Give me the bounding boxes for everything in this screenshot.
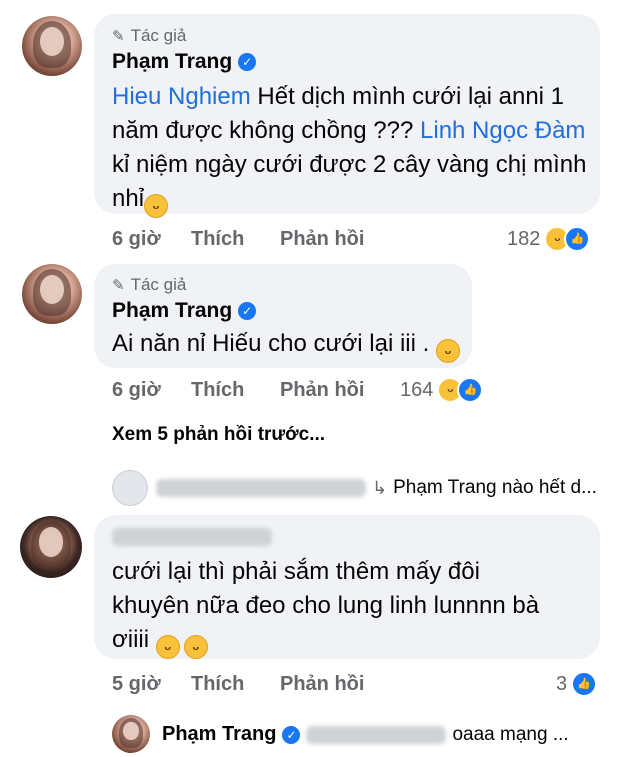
face-shape	[123, 721, 139, 741]
blurred-name	[112, 528, 272, 546]
like-reaction-icon: 👍	[457, 377, 484, 403]
comment-actions: 6 giờ Thích Phản hồi	[112, 379, 392, 403]
reaction-summary[interactable]: 3 👍	[556, 671, 598, 697]
verified-check-icon: ✓	[238, 302, 257, 320]
reaction-summary[interactable]: 182 ᴗ 👍	[507, 226, 591, 252]
avatar[interactable]	[22, 264, 82, 324]
like-button[interactable]: Thích	[191, 228, 244, 251]
like-reaction-icon: 👍	[571, 671, 598, 697]
comment-author[interactable]: Phạm Trang ✓	[112, 50, 257, 74]
avatar[interactable]	[112, 715, 150, 753]
haha-emoji-icon: ᴗ	[435, 339, 460, 363]
avatar[interactable]	[20, 516, 82, 578]
tongue-emoji-icon: ᴗ	[155, 635, 180, 659]
mention-link[interactable]: Hieu Nghiem	[112, 83, 251, 110]
like-button[interactable]: Thích	[191, 379, 244, 402]
comment-text: Hieu Nghiem Hết dịch mình cưới lại anni …	[112, 80, 592, 218]
reaction-summary[interactable]: 164 ᴗ 👍	[400, 377, 484, 403]
haha-emoji-icon: ᴗ	[144, 194, 169, 218]
comment-time[interactable]: 5 giờ	[112, 673, 161, 696]
face-shape	[40, 274, 64, 304]
reaction-count: 182	[507, 227, 541, 250]
comment-actions: 5 giờ Thích Phản hồi	[112, 673, 412, 697]
comment-text: Ai năn nỉ Hiếu cho cưới lại iii . ᴗ	[112, 327, 472, 363]
reply-arrow-icon: ↳	[372, 477, 388, 498]
reaction-count: 164	[400, 378, 434, 401]
pen-icon: ✎	[112, 277, 125, 294]
comment-actions: 6 giờ Thích Phản hồi	[112, 228, 412, 252]
reply-button[interactable]: Phản hồi	[280, 379, 364, 402]
author-name[interactable]: Phạm Trang	[162, 723, 276, 746]
reply-button[interactable]: Phản hồi	[280, 228, 364, 251]
mention-link[interactable]: Linh Ngọc Đàm	[420, 117, 585, 144]
comment-text: cưới lại thì phải sắm thêm mấy đôi khuyê…	[112, 555, 562, 659]
author-name[interactable]: Phạm Trang	[112, 50, 232, 74]
face-shape	[40, 26, 64, 56]
tongue-emoji-icon: ᴗ	[183, 635, 208, 659]
like-reaction-icon: 👍	[564, 226, 591, 252]
comment-time[interactable]: 6 giờ	[112, 228, 161, 251]
comment-text-part: Ai năn nỉ Hiếu cho cưới lại iii .	[112, 330, 430, 357]
comment-author[interactable]	[112, 528, 272, 546]
face-shape	[38, 527, 64, 557]
author-tag-label: Tác giả	[130, 26, 187, 45]
reply-preview-text: Phạm Trang nào hết d...	[393, 477, 597, 498]
author-name[interactable]: Phạm Trang	[112, 299, 232, 323]
verified-check-icon: ✓	[238, 53, 257, 71]
reaction-count: 3	[556, 672, 568, 695]
view-previous-replies-link[interactable]: Xem 5 phản hồi trước...	[112, 424, 325, 446]
author-tag-label: Tác giả	[130, 275, 187, 294]
reply-author[interactable]: Phạm Trang ✓ oaaa mạng ...	[162, 723, 569, 746]
comment-time[interactable]: 6 giờ	[112, 379, 161, 402]
pen-icon: ✎	[112, 28, 125, 45]
comment-thread: ✎ Tác giả Phạm Trang ✓ Hieu Nghiem Hết d…	[0, 0, 620, 757]
reply-preview[interactable]: ↳ Phạm Trang nào hết d...	[156, 477, 597, 499]
reply-button[interactable]: Phản hồi	[280, 673, 364, 696]
comment-author[interactable]: Phạm Trang ✓	[112, 299, 257, 323]
reply-text: oaaa mạng ...	[452, 723, 569, 745]
verified-check-icon: ✓	[282, 725, 301, 744]
avatar[interactable]	[112, 470, 148, 506]
author-tag: ✎ Tác giả	[112, 26, 186, 46]
blurred-name	[156, 479, 366, 497]
avatar[interactable]	[22, 16, 82, 76]
blurred-name	[306, 725, 447, 744]
comment-text-part: kỉ niệm ngày cưới được 2 cây vàng chị mì…	[112, 151, 587, 212]
like-button[interactable]: Thích	[191, 673, 244, 696]
author-tag: ✎ Tác giả	[112, 275, 186, 295]
